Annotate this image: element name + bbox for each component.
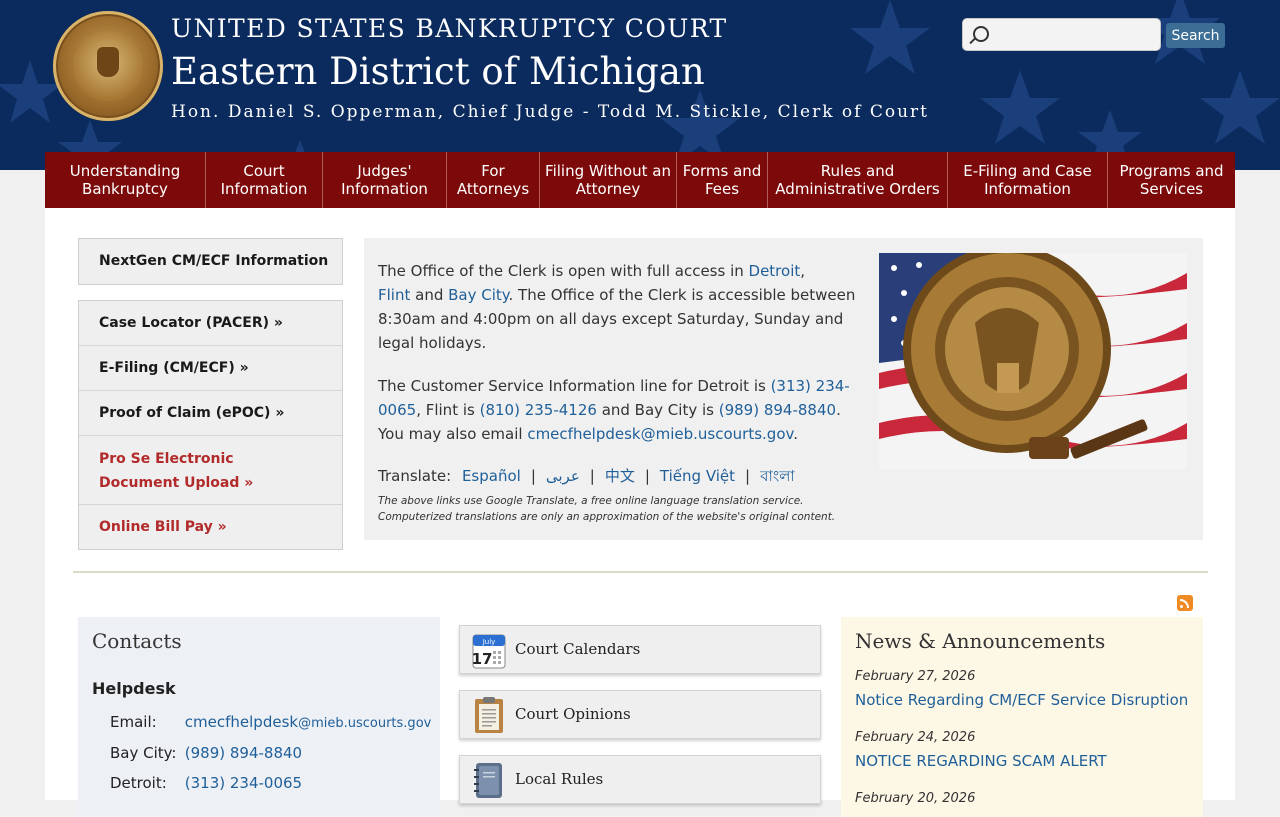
sidebar-link-proof-of-claim[interactable]: Proof of Claim (ePOC) » xyxy=(79,391,342,436)
sidebar-links: Case Locator (PACER) » E-Filing (CM/ECF)… xyxy=(78,300,343,550)
contact-email-link[interactable]: cmecfhelpdesk@mieb.uscourts.gov xyxy=(185,713,432,731)
contact-detroit-phone[interactable]: (313) 234-0065 xyxy=(185,774,302,792)
calendar-day: 17 xyxy=(472,650,492,668)
contact-row-detroit: Detroit: (313) 234-0065 xyxy=(110,774,302,792)
news-date: February 27, 2026 xyxy=(855,669,976,684)
rss-feed-icon[interactable] xyxy=(1177,595,1193,611)
phone-flint-link[interactable]: (810) 235-4126 xyxy=(480,401,597,419)
contact-label: Email: xyxy=(110,713,157,731)
email-local-part: cmecfhelpdesk xyxy=(184,713,299,731)
sidebar-link-nextgen[interactable]: NextGen CM/ECF Information » xyxy=(79,239,342,314)
sidebar-link-pro-se-upload[interactable]: Pro Se Electronic Document Upload » xyxy=(79,436,342,505)
news-link-scam-alert[interactable]: NOTICE REGARDING SCAM ALERT xyxy=(855,752,1107,770)
clipboard-icon xyxy=(475,697,503,733)
section-divider xyxy=(73,571,1208,573)
local-rules-link[interactable]: Local Rules xyxy=(459,755,821,804)
news-date: February 20, 2026 xyxy=(855,791,976,806)
nav-court-information[interactable]: Court Information xyxy=(206,152,323,208)
notebook-icon xyxy=(474,763,502,798)
helpdesk-heading: Helpdesk xyxy=(92,679,176,698)
separator: | xyxy=(589,467,595,485)
court-seal-icon[interactable] xyxy=(53,11,163,121)
search-input[interactable] xyxy=(962,18,1161,51)
chief-judge-clerk: Hon. Daniel S. Opperman, Chief Judge - T… xyxy=(171,102,930,122)
district-name[interactable]: Eastern District of Michigan xyxy=(171,50,705,93)
separator: | xyxy=(644,467,650,485)
translate-spanish-link[interactable]: Español xyxy=(462,467,521,485)
court-opinions-link[interactable]: Court Opinions xyxy=(459,690,821,739)
contact-label: Bay City: xyxy=(110,744,177,762)
nav-rules-admin-orders[interactable]: Rules and Administrative Orders xyxy=(768,152,948,208)
news-panel: News & Announcements February 27, 2026 N… xyxy=(841,617,1203,817)
email-domain: @mieb.uscourts.gov xyxy=(298,716,432,731)
bay-city-link[interactable]: Bay City xyxy=(448,286,508,304)
site-header: UNITED STATES BANKRUPTCY COURT Eastern D… xyxy=(0,0,1280,170)
nextgen-box: NextGen CM/ECF Information » xyxy=(78,238,343,314)
comma-text: , xyxy=(800,262,806,280)
contact-row-email: Email: cmecfhelpdesk@mieb.uscourts.gov xyxy=(110,713,431,731)
period-text: . xyxy=(793,425,798,443)
flint-link[interactable]: Flint xyxy=(378,286,410,304)
local-rules-label: Local Rules xyxy=(515,770,604,788)
sidebar-link-case-locator[interactable]: Case Locator (PACER) » xyxy=(79,301,342,346)
customer-service-text: The Customer Service Information line fo… xyxy=(378,374,858,446)
search-button[interactable]: Search xyxy=(1166,23,1225,48)
contact-row-bay-city: Bay City: (989) 894-8840 xyxy=(110,744,302,762)
cs-bay-text: and Bay City is xyxy=(596,401,719,419)
cs-flint-text: , Flint is xyxy=(416,401,480,419)
nav-judges-information[interactable]: Judges' Information xyxy=(323,152,447,208)
sidebar-link-online-bill-pay[interactable]: Online Bill Pay » xyxy=(79,505,342,549)
helpdesk-email-link[interactable]: cmecfhelpdesk@mieb.uscourts.gov xyxy=(527,425,793,443)
news-date: February 24, 2026 xyxy=(855,730,976,745)
eagle-icon xyxy=(97,47,119,77)
contact-bay-city-phone[interactable]: (989) 894-8840 xyxy=(185,744,302,762)
detroit-link[interactable]: Detroit xyxy=(749,262,801,280)
calendar-month: July xyxy=(482,638,496,646)
phone-bay-city-link[interactable]: (989) 894-8840 xyxy=(719,401,836,419)
news-link-cmecf-disruption[interactable]: Notice Regarding CM/ECF Service Disrupti… xyxy=(855,691,1188,709)
court-calendars-label: Court Calendars xyxy=(515,640,641,658)
translate-bengali-link[interactable]: বাংলা xyxy=(760,467,795,485)
translate-arabic-link[interactable]: عربى xyxy=(546,467,580,485)
contact-label: Detroit: xyxy=(110,774,167,792)
court-seal-photo xyxy=(879,253,1187,469)
contacts-heading: Contacts xyxy=(92,629,182,653)
court-name[interactable]: UNITED STATES BANKRUPTCY COURT xyxy=(171,14,728,43)
calendar-icon: July 17 xyxy=(472,634,506,669)
contacts-panel: Contacts Helpdesk Email: cmecfhelpdesk@m… xyxy=(78,617,440,817)
nav-understanding-bankruptcy[interactable]: Understanding Bankruptcy xyxy=(45,152,206,208)
nav-for-attorneys[interactable]: For Attorneys xyxy=(447,152,540,208)
translate-label: Translate: xyxy=(378,467,452,485)
nav-forms-and-fees[interactable]: Forms and Fees xyxy=(677,152,768,208)
nav-efiling-case-info[interactable]: E-Filing and Case Information xyxy=(948,152,1108,208)
office-hours-text: The Office of the Clerk is open with ful… xyxy=(378,259,858,355)
main-nav: Understanding Bankruptcy Court Informati… xyxy=(45,152,1235,208)
separator: | xyxy=(530,467,536,485)
translate-chinese-link[interactable]: 中文 xyxy=(605,467,635,485)
office-hours-intro: The Office of the Clerk is open with ful… xyxy=(378,262,749,280)
and-text: and xyxy=(410,286,449,304)
nav-programs-services[interactable]: Programs and Services xyxy=(1108,152,1235,208)
cs-intro: The Customer Service Information line fo… xyxy=(378,377,771,395)
search-icon xyxy=(973,26,989,42)
sidebar-link-efiling[interactable]: E-Filing (CM/ECF) » xyxy=(79,346,342,391)
news-heading: News & Announcements xyxy=(855,629,1106,653)
nav-filing-without-attorney[interactable]: Filing Without an Attorney xyxy=(540,152,677,208)
translate-vietnamese-link[interactable]: Tiếng Việt xyxy=(660,467,735,485)
translate-disclaimer: The above links use Google Translate, a … xyxy=(378,495,836,523)
translate-links: Translate: Español | عربى | 中文 | Tiếng Việt | বা… xyxy=(378,465,795,490)
court-opinions-label: Court Opinions xyxy=(515,705,631,723)
separator: | xyxy=(745,467,751,485)
court-calendars-link[interactable]: July 17 Court Calendars xyxy=(459,625,821,674)
seal-flag-image xyxy=(879,253,1187,469)
